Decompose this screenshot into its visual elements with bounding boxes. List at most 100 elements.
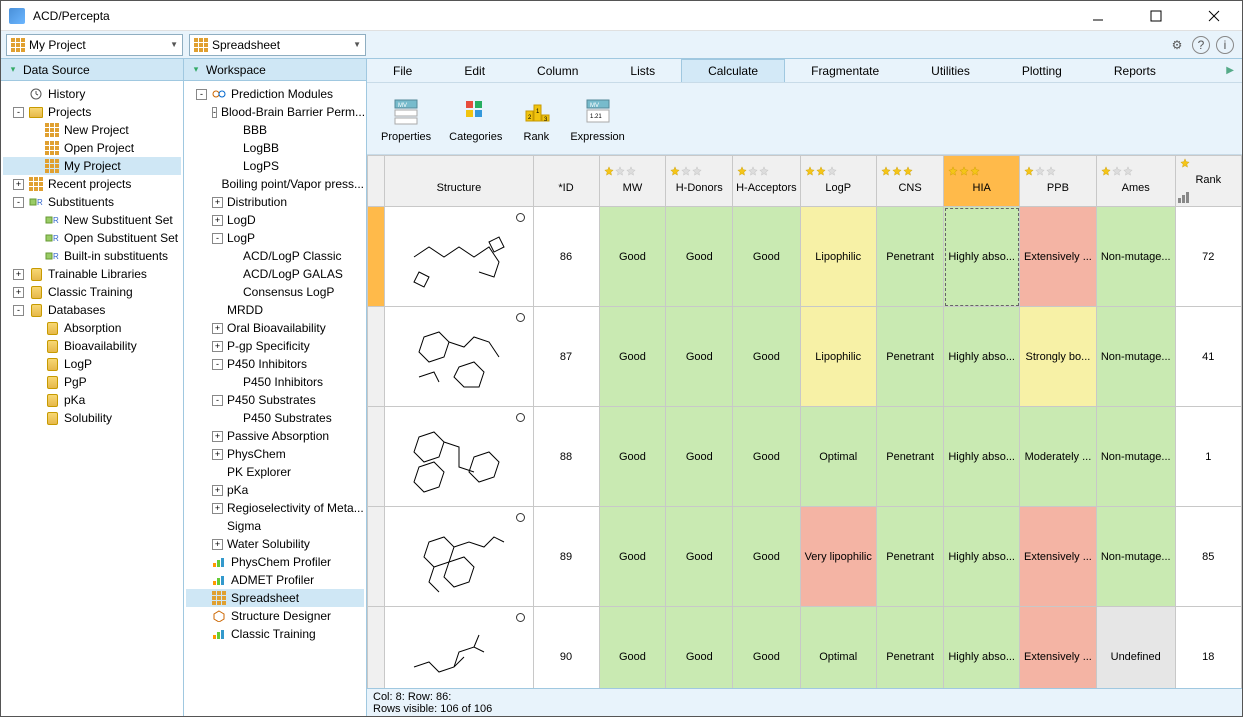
properties-button[interactable]: MVProperties: [377, 91, 435, 147]
cell[interactable]: Extensively ...: [1020, 507, 1097, 607]
column-header-mw[interactable]: MW: [599, 156, 666, 207]
tree-node-acd-logp-classic[interactable]: ACD/LogP Classic: [186, 247, 364, 265]
id-cell[interactable]: 86: [533, 207, 599, 307]
row-selector[interactable]: [368, 607, 385, 689]
menu-calculate[interactable]: Calculate: [681, 59, 785, 82]
cell[interactable]: Strongly bo...: [1020, 307, 1097, 407]
column-header-rank[interactable]: Rank: [1175, 156, 1241, 207]
tree-node-bbb[interactable]: BBB: [186, 121, 364, 139]
workspace-header[interactable]: ▾ Workspace: [184, 59, 366, 81]
cell[interactable]: Optimal: [800, 407, 876, 507]
cell[interactable]: Good: [733, 607, 800, 689]
menu-column[interactable]: Column: [511, 59, 604, 82]
tree-node-blood-brain-barrier-perm[interactable]: -Blood-Brain Barrier Perm...: [186, 103, 364, 121]
collapse-icon[interactable]: -: [196, 89, 207, 100]
cell[interactable]: Good: [599, 507, 666, 607]
tree-node-databases[interactable]: -Databases: [3, 301, 181, 319]
tree-node-bioavailability[interactable]: Bioavailability: [3, 337, 181, 355]
tree-node-p450-inhibitors[interactable]: P450 Inhibitors: [186, 373, 364, 391]
cell[interactable]: Good: [666, 607, 733, 689]
column-header-cns[interactable]: CNS: [876, 156, 944, 207]
cell[interactable]: Penetrant: [876, 407, 944, 507]
expand-icon[interactable]: +: [212, 539, 223, 550]
tree-node-absorption[interactable]: Absorption: [3, 319, 181, 337]
maximize-button[interactable]: [1136, 4, 1176, 28]
chart-icon[interactable]: [1176, 190, 1192, 206]
tree-node-p-gp-specificity[interactable]: +P-gp Specificity: [186, 337, 364, 355]
menu-plotting[interactable]: Plotting: [996, 59, 1088, 82]
tree-node-regioselectivity-of-meta[interactable]: +Regioselectivity of Meta...: [186, 499, 364, 517]
cell[interactable]: Good: [733, 507, 800, 607]
structure-cell[interactable]: [385, 407, 533, 507]
collapse-icon[interactable]: -: [212, 359, 223, 370]
cell[interactable]: Optimal: [800, 607, 876, 689]
row-selector[interactable]: [368, 207, 385, 307]
tree-node-mrdd[interactable]: MRDD: [186, 301, 364, 319]
cell[interactable]: Extensively ...: [1020, 207, 1097, 307]
tree-node-oral-bioavailability[interactable]: +Oral Bioavailability: [186, 319, 364, 337]
cell[interactable]: Non-mutage...: [1096, 407, 1175, 507]
tree-node-pk-explorer[interactable]: PK Explorer: [186, 463, 364, 481]
structure-cell[interactable]: [385, 607, 533, 689]
cell[interactable]: Good: [733, 307, 800, 407]
tree-node-admet-profiler[interactable]: ADMET Profiler: [186, 571, 364, 589]
menu-edit[interactable]: Edit: [438, 59, 511, 82]
cell[interactable]: Good: [666, 307, 733, 407]
expression-button[interactable]: MV1.21Expression: [566, 91, 628, 147]
tree-node-classic-training[interactable]: Classic Training: [186, 625, 364, 643]
menu-reports[interactable]: Reports: [1088, 59, 1182, 82]
column-header-h-acceptors[interactable]: H-Acceptors: [733, 156, 800, 207]
menu-lists[interactable]: Lists: [604, 59, 681, 82]
categories-button[interactable]: Categories: [445, 91, 506, 147]
minimize-button[interactable]: [1078, 4, 1118, 28]
cell[interactable]: Penetrant: [876, 607, 944, 689]
cell[interactable]: Good: [666, 507, 733, 607]
cell[interactable]: Highly abso...: [944, 607, 1020, 689]
tree-node-physchem-profiler[interactable]: PhysChem Profiler: [186, 553, 364, 571]
tree-node-pgp[interactable]: PgP: [3, 373, 181, 391]
tree-node-p450-inhibitors[interactable]: -P450 Inhibitors: [186, 355, 364, 373]
cell[interactable]: Good: [599, 307, 666, 407]
tree-node-classic-training[interactable]: +Classic Training: [3, 283, 181, 301]
tree-node-history[interactable]: History: [3, 85, 181, 103]
tree-node-logbb[interactable]: LogBB: [186, 139, 364, 157]
expand-icon[interactable]: +: [13, 287, 24, 298]
tree-node-my-project[interactable]: My Project: [3, 157, 181, 175]
expand-icon[interactable]: +: [212, 503, 223, 514]
tree-node-consensus-logp[interactable]: Consensus LogP: [186, 283, 364, 301]
structure-cell[interactable]: [385, 507, 533, 607]
cell[interactable]: Penetrant: [876, 507, 944, 607]
tree-node-solubility[interactable]: Solubility: [3, 409, 181, 427]
cell[interactable]: Good: [599, 607, 666, 689]
tree-node-passive-absorption[interactable]: +Passive Absorption: [186, 427, 364, 445]
expand-icon[interactable]: +: [212, 431, 223, 442]
collapse-icon[interactable]: -: [212, 395, 223, 406]
cell[interactable]: Good: [666, 407, 733, 507]
expand-icon[interactable]: +: [212, 485, 223, 496]
expand-icon[interactable]: +: [212, 215, 223, 226]
collapse-icon[interactable]: -: [13, 305, 24, 316]
cell[interactable]: Penetrant: [876, 307, 944, 407]
id-cell[interactable]: 89: [533, 507, 599, 607]
id-cell[interactable]: 87: [533, 307, 599, 407]
cell[interactable]: Highly abso...: [944, 307, 1020, 407]
expand-icon[interactable]: +: [13, 269, 24, 280]
menu-fragmentate[interactable]: Fragmentate: [785, 59, 905, 82]
tree-node-new-project[interactable]: New Project: [3, 121, 181, 139]
info-icon[interactable]: i: [1216, 36, 1234, 54]
menu-utilities[interactable]: Utilities: [905, 59, 996, 82]
cell[interactable]: Lipophilic: [800, 207, 876, 307]
tree-node-trainable-libraries[interactable]: +Trainable Libraries: [3, 265, 181, 283]
tree-node-logp[interactable]: LogP: [3, 355, 181, 373]
menu-file[interactable]: File: [367, 59, 438, 82]
row-selector[interactable]: [368, 407, 385, 507]
cell[interactable]: Moderately ...: [1020, 407, 1097, 507]
tree-node-p450-substrates[interactable]: -P450 Substrates: [186, 391, 364, 409]
collapse-icon[interactable]: -: [13, 197, 24, 208]
cell[interactable]: Good: [666, 207, 733, 307]
data-source-header[interactable]: ▾ Data Source: [1, 59, 183, 81]
tree-node-structure-designer[interactable]: Structure Designer: [186, 607, 364, 625]
rank-cell[interactable]: 72: [1175, 207, 1241, 307]
id-cell[interactable]: 88: [533, 407, 599, 507]
cell[interactable]: Non-mutage...: [1096, 307, 1175, 407]
